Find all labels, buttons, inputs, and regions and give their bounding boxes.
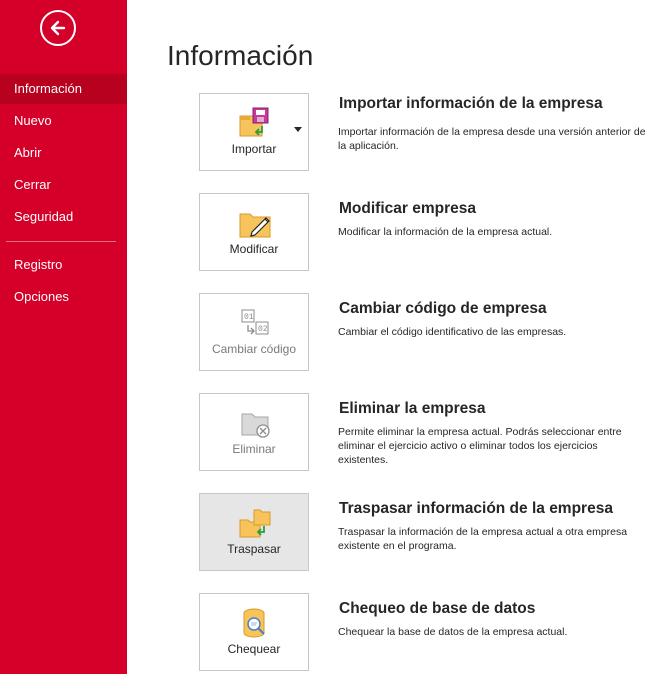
modify-description: Modificar la información de la empresa a… [338, 226, 553, 238]
chevron-down-icon[interactable] [294, 127, 302, 132]
import-button-label: Importar [231, 142, 277, 156]
transfer-description: Traspasar la información de la empresa a… [338, 526, 628, 552]
sidebar-item-informacion[interactable]: Información [0, 74, 127, 104]
change-code-description: Cambiar el código identificativo de las … [338, 326, 567, 338]
import-description: Importar información de la empresa desde… [338, 126, 646, 152]
change-code-button-label: Cambiar código [211, 342, 297, 356]
delete-description: Permite eliminar la empresa actual. Podr… [338, 426, 622, 466]
transfer-title: Traspasar información de la empresa [339, 500, 613, 517]
check-title: Chequeo de base de datos [339, 600, 536, 617]
sidebar-item-registro[interactable]: Registro [0, 250, 127, 280]
svg-text:01: 01 [244, 313, 254, 322]
edit-folder-icon [239, 213, 271, 238]
sidebar-item-seguridad[interactable]: Seguridad [0, 202, 127, 232]
sidebar-item-abrir[interactable]: Abrir [0, 138, 127, 168]
change-code-button[interactable]: 01 02 Cambiar código [199, 293, 309, 371]
change-code-title: Cambiar código de empresa [339, 300, 547, 317]
import-title: Importar información de la empresa [339, 95, 603, 112]
modify-title: Modificar empresa [339, 200, 476, 217]
arrow-left-icon [50, 20, 66, 36]
change-code-icon: 01 02 [241, 309, 269, 335]
sidebar-item-cerrar[interactable]: Cerrar [0, 170, 127, 200]
page-title: Información [167, 40, 314, 71]
delete-title: Eliminar la empresa [339, 400, 486, 417]
modify-button[interactable]: Modificar [199, 193, 309, 271]
sidebar-item-nuevo[interactable]: Nuevo [0, 106, 127, 136]
delete-button-label: Eliminar [232, 442, 276, 456]
modify-button-label: Modificar [229, 242, 279, 256]
check-button[interactable]: Chequear [199, 593, 309, 671]
sidebar-item-opciones[interactable]: Opciones [0, 282, 127, 312]
delete-button[interactable]: Eliminar [199, 393, 309, 471]
transfer-button-label: Traspasar [227, 542, 281, 556]
delete-folder-icon [241, 413, 270, 438]
check-description: Chequear la base de datos de la empresa … [338, 626, 568, 638]
sidebar-divider [6, 241, 116, 242]
sidebar: Información Nuevo Abrir Cerrar Seguridad… [0, 0, 127, 674]
transfer-button[interactable]: Traspasar [199, 493, 309, 571]
import-button[interactable]: Importar [199, 93, 309, 171]
transfer-icon [239, 509, 271, 538]
database-check-icon [243, 608, 265, 638]
svg-text:02: 02 [258, 325, 268, 334]
import-icon [239, 107, 269, 137]
check-button-label: Chequear [227, 642, 281, 656]
back-button[interactable] [40, 10, 76, 46]
